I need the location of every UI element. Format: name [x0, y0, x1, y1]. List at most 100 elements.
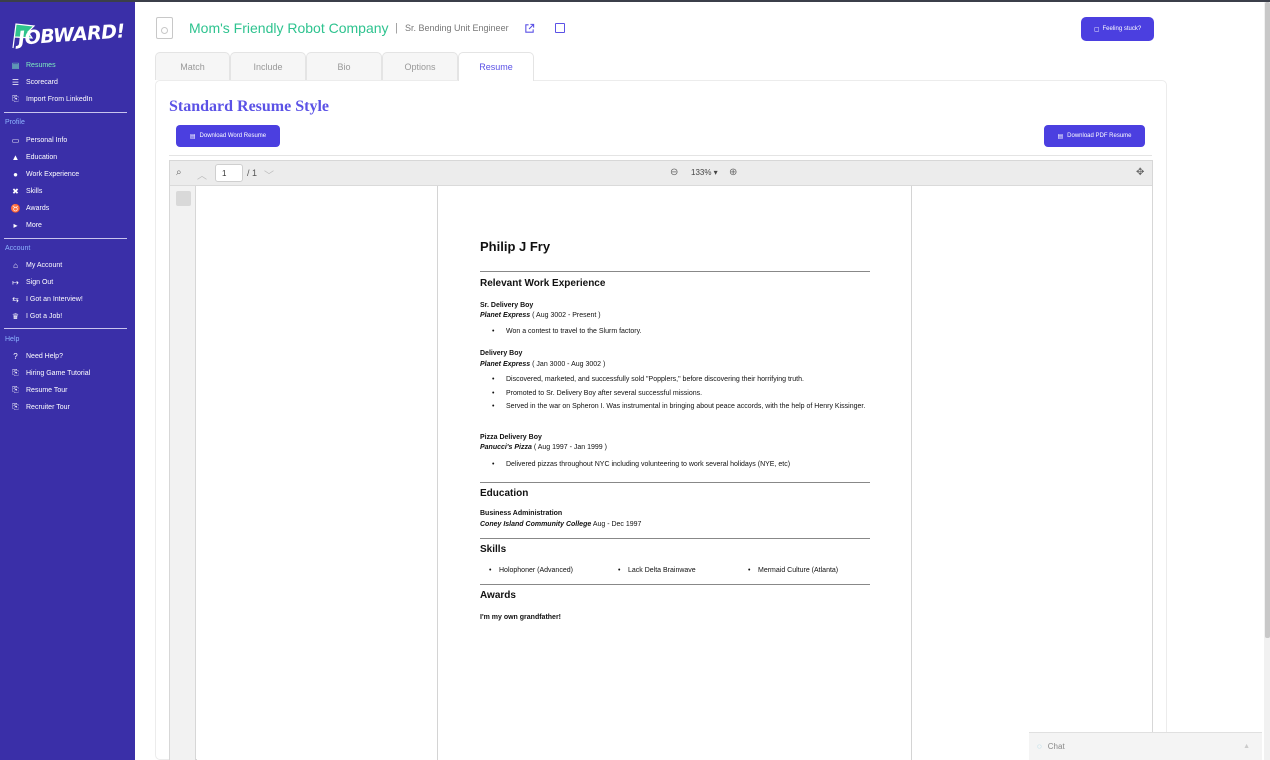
- tab-match[interactable]: Match: [155, 52, 230, 80]
- list-item: Won a contest to travel to the Slurm fac…: [492, 328, 641, 335]
- sidebar-item-education[interactable]: ▲ Education: [11, 150, 58, 164]
- resume-style-title: Standard Resume Style: [169, 98, 330, 115]
- medal-icon: ♉: [10, 203, 21, 213]
- sidebar-item-label: My Account: [26, 261, 63, 269]
- file-import-icon: ⎘: [12, 94, 19, 103]
- section-label-help: Help: [5, 336, 20, 343]
- sidebar-item-more[interactable]: ▸ More: [11, 218, 41, 232]
- download-word-button[interactable]: ▤ Download Word Resume: [176, 125, 280, 147]
- list-item: Served in the war on Spheron I. Was inst…: [492, 403, 866, 412]
- home-icon: ⌂: [13, 260, 18, 270]
- section-rule: [480, 584, 870, 585]
- resume-icon: ▤: [11, 60, 20, 70]
- resume-name: Philip J Fry: [480, 239, 551, 254]
- page-total: / 1: [247, 168, 258, 178]
- sidebar-item-resumes[interactable]: ▤ Resumes: [11, 58, 56, 72]
- sidebar-item-awards[interactable]: ♉ Awards: [10, 201, 50, 215]
- thumbnails-toggle-icon[interactable]: [176, 191, 191, 206]
- sidebar-item-got-job[interactable]: ♛ I Got a Job!: [11, 309, 62, 323]
- zoom-select[interactable]: 133% ▾: [691, 168, 718, 177]
- tools-icon: ✖: [12, 186, 19, 196]
- download-pdf-button[interactable]: ▤ Download PDF Resume: [1044, 125, 1145, 147]
- sidebar-item-label: Skills: [26, 187, 43, 195]
- tab-bio[interactable]: Bio: [306, 52, 382, 80]
- zoom-in-icon[interactable]: ⊕: [729, 167, 737, 178]
- caret-right-icon: ▸: [13, 220, 18, 230]
- sidebar-item-personal-info[interactable]: ▭ Personal Info: [11, 133, 68, 147]
- window-top-border: [0, 0, 1270, 2]
- chevron-down-icon[interactable]: ﹀: [264, 167, 274, 182]
- chat-label: Chat: [1047, 742, 1065, 751]
- feeling-stuck-button[interactable]: ▢ Feeling stuck?: [1081, 17, 1154, 41]
- download-word-label: Download Word Resume: [199, 133, 267, 139]
- work-heading: Relevant Work Experience: [480, 278, 606, 289]
- page-number-input[interactable]: 1: [215, 164, 243, 182]
- document-icon: [156, 17, 173, 39]
- sidebar-item-got-interview[interactable]: ⇆ I Got an Interview!: [11, 292, 83, 306]
- question-icon: ?: [13, 351, 18, 361]
- job-company-line: Panucci's Pizza ( Aug 1997 - Jan 1999 ): [480, 444, 607, 451]
- school-line: Coney Island Community College Aug - Dec…: [480, 521, 642, 528]
- section-label-account: Account: [5, 245, 31, 252]
- sidebar-item-import-linkedin[interactable]: ⎘ Import From LinkedIn: [11, 92, 92, 106]
- sidebar-item-skills[interactable]: ✖ Skills: [11, 184, 42, 198]
- jobward-logo[interactable]: JOBWARD!: [4, 10, 125, 50]
- sidebar-item-work-experience[interactable]: ● Work Experience: [11, 167, 79, 181]
- file-word-icon: ▤: [189, 133, 196, 140]
- pan-move-icon[interactable]: ✥: [1136, 167, 1144, 178]
- file-pdf-icon: ▤: [1057, 133, 1064, 140]
- sidebar-item-sign-out[interactable]: ↦ Sign Out: [11, 275, 53, 289]
- tab-include[interactable]: Include: [230, 52, 306, 80]
- job-title: Pizza Delivery Boy: [480, 434, 542, 441]
- scrollbar-thumb[interactable]: [1265, 2, 1270, 638]
- toolbar-divider: [169, 155, 1152, 156]
- sidebar: JOBWARD! ▤ Resumes ☰ Scorecard ⎘ Import …: [0, 2, 135, 760]
- company-name: Mom's Friendly Robot Company: [189, 20, 389, 36]
- section-label-profile: Profile: [5, 119, 25, 126]
- graduation-cap-icon: ▲: [11, 152, 20, 162]
- sidebar-item-label: Personal Info: [26, 136, 68, 144]
- list-icon: ☰: [11, 77, 20, 87]
- job-title: Sr. Delivery Boy: [480, 302, 534, 309]
- download-pdf-label: Download PDF Resume: [1067, 133, 1132, 139]
- skills-heading: Skills: [480, 544, 507, 555]
- section-rule: [480, 538, 870, 539]
- sidebar-item-label: Work Experience: [26, 170, 80, 178]
- external-link-icon[interactable]: [524, 23, 535, 34]
- pdf-toolbar: ⌕ ︿ 1 / 1 ﹀ ⊖ 133% ▾ ⊕ ✥: [170, 161, 1152, 186]
- sidebar-item-need-help[interactable]: ? Need Help?: [11, 349, 63, 363]
- job-company-line: Planet Express ( Jan 3000 - Aug 3002 ): [480, 361, 606, 368]
- section-rule: [480, 482, 870, 483]
- sidebar-item-label: Education: [26, 153, 58, 161]
- chat-icon: ◌: [1037, 742, 1042, 751]
- details-icon[interactable]: [555, 23, 565, 33]
- sidebar-item-recruiter-tour[interactable]: ⎘ Recruiter Tour: [11, 400, 70, 414]
- search-icon[interactable]: ⌕: [176, 167, 182, 178]
- sidebar-divider: [4, 238, 127, 239]
- chevron-up-icon[interactable]: ▲: [1243, 743, 1250, 750]
- sidebar-divider: [4, 112, 127, 113]
- sidebar-item-hiring-game-tutorial[interactable]: ⎘ Hiring Game Tutorial: [11, 366, 90, 380]
- zoom-out-icon[interactable]: ⊖: [670, 167, 678, 178]
- job-company-line: Planet Express ( Aug 3002 - Present ): [480, 312, 601, 319]
- sidebar-item-label: Need Help?: [26, 352, 63, 360]
- chevron-up-icon[interactable]: ︿: [197, 167, 207, 182]
- tab-options[interactable]: Options: [382, 52, 458, 80]
- sidebar-item-resume-tour[interactable]: ⎘ Resume Tour: [11, 383, 67, 397]
- resume-page: Philip J Fry Relevant Work Experience Sr…: [437, 186, 912, 760]
- thumbnail-sidebar: [170, 186, 196, 760]
- tab-resume[interactable]: Resume: [458, 52, 534, 81]
- pdf-viewer: ⌕ ︿ 1 / 1 ﹀ ⊖ 133% ▾ ⊕ ✥ Philip J Fry Re…: [169, 160, 1153, 760]
- briefcase-icon: ●: [13, 169, 18, 179]
- sidebar-item-scorecard[interactable]: ☰ Scorecard: [11, 75, 58, 89]
- tour-icon: ⎘: [12, 385, 19, 394]
- award-item: I'm my own grandfather!: [480, 614, 562, 621]
- feeling-stuck-label: Feeling stuck?: [1102, 26, 1142, 32]
- chat-widget[interactable]: ◌ Chat ▲: [1029, 732, 1262, 760]
- sidebar-item-label: Scorecard: [26, 78, 58, 86]
- sign-out-icon: ↦: [12, 277, 19, 287]
- list-item: Discovered, marketed, and successfully s…: [492, 376, 804, 383]
- job-title: Sr. Bending Unit Engineer: [405, 23, 509, 33]
- sidebar-item-my-account[interactable]: ⌂ My Account: [11, 258, 62, 272]
- skill-item: Holophoner (Advanced): [489, 567, 573, 574]
